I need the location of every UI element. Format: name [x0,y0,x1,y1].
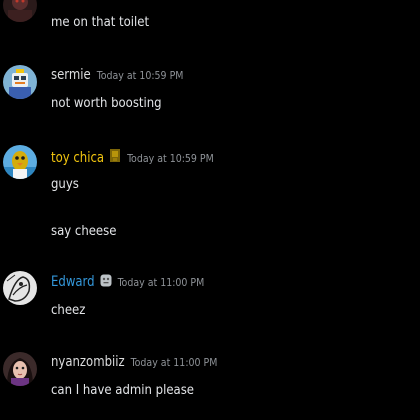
timestamp: Today at 11:00 PM [117,277,205,289]
message-text: cheez [51,303,86,318]
chat-message-list: me on that toilet sermie Today at 10:59 P… [0,0,420,420]
timestamp: Today at 10:59 PM [96,70,184,82]
message-text: guys [51,177,79,192]
username[interactable]: sermie [51,67,91,84]
message-header: nyanzombiiz Today at 11:00 PM [51,354,218,371]
message-header: toy chica Today at 10:59 PM [51,148,214,168]
message-text: say cheese [51,224,117,239]
username[interactable]: nyanzombiiz [51,354,125,371]
username[interactable]: toy chica [51,150,104,167]
message-header: sermie Today at 10:59 PM [51,67,184,84]
timestamp: Today at 11:00 PM [130,357,218,369]
sketch-avatar-icon[interactable] [3,271,37,305]
message-header: Edward Today at 11:00 PM [51,274,204,292]
message-text: can I have admin please [51,383,194,398]
timestamp: Today at 10:59 PM [127,153,214,165]
girl-avatar-icon[interactable] [3,352,37,386]
username[interactable]: Edward [51,274,95,291]
chick-avatar-icon[interactable] [3,145,37,179]
dark-avatar-icon[interactable] [3,0,37,22]
robot-avatar-icon[interactable] [3,65,37,99]
trophy-icon [109,148,121,168]
bot-badge-icon [100,274,112,292]
message-text: me on that toilet [51,15,150,30]
message-text: not worth boosting [51,96,162,111]
